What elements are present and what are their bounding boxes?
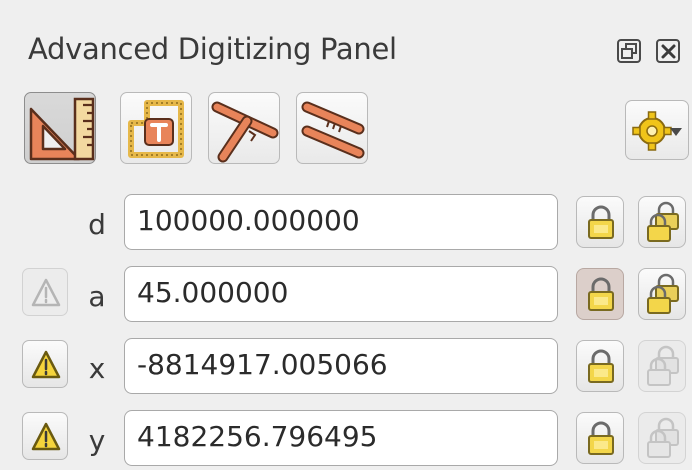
x-label: x: [88, 352, 106, 385]
float-window-button[interactable]: [617, 39, 641, 63]
repeat-lock-icon: [647, 417, 679, 458]
angle-repeat-lock-button[interactable]: [638, 268, 686, 320]
perpendicular-button[interactable]: [208, 92, 280, 164]
repeat-lock-icon: [647, 345, 679, 386]
advanced-digitizing-panel: Advanced Digitizing Panel d 100000.00000…: [0, 0, 692, 470]
x-relative-toggle[interactable]: [22, 340, 68, 388]
parallel-icon: [301, 101, 365, 159]
x-repeat-lock-button[interactable]: [638, 340, 686, 392]
topology-snapping-button[interactable]: [120, 92, 192, 164]
y-relative-toggle[interactable]: [22, 412, 68, 460]
y-coordinate-field[interactable]: 4182256.796495: [124, 410, 558, 466]
warning-icon: [31, 350, 61, 379]
gear-dropdown-icon: [632, 111, 682, 151]
warning-icon: [31, 278, 61, 307]
y-label: y: [88, 424, 106, 457]
angle-relative-toggle[interactable]: [22, 268, 68, 316]
angle-label: a: [88, 280, 106, 313]
y-repeat-lock-button[interactable]: [638, 412, 686, 464]
warning-icon: [31, 422, 61, 451]
distance-repeat-lock-button[interactable]: [638, 196, 686, 248]
topology-snapping-icon: [128, 100, 184, 158]
distance-label: d: [88, 208, 106, 241]
close-icon: [661, 44, 676, 59]
x-coordinate-field[interactable]: -8814917.005066: [124, 338, 558, 394]
lock-icon: [588, 205, 614, 239]
construction-ruler-icon: [29, 97, 95, 161]
repeat-lock-icon: [647, 273, 679, 314]
angle-lock-button[interactable]: [576, 268, 624, 320]
repeat-lock-icon: [647, 201, 679, 242]
lock-icon: [588, 349, 614, 383]
construction-tool-button[interactable]: [24, 92, 96, 164]
float-window-icon: [621, 43, 637, 59]
settings-dropdown-button[interactable]: [625, 100, 689, 160]
angle-field[interactable]: 45.000000: [124, 266, 558, 322]
distance-lock-button[interactable]: [576, 196, 624, 248]
panel-title: Advanced Digitizing Panel: [28, 32, 397, 66]
distance-field[interactable]: 100000.000000: [124, 194, 558, 250]
parallel-button[interactable]: [296, 92, 368, 164]
lock-icon: [588, 421, 614, 455]
y-lock-button[interactable]: [576, 412, 624, 464]
perpendicular-icon: [211, 101, 279, 163]
x-lock-button[interactable]: [576, 340, 624, 392]
lock-icon: [588, 277, 614, 311]
close-panel-button[interactable]: [656, 39, 680, 63]
